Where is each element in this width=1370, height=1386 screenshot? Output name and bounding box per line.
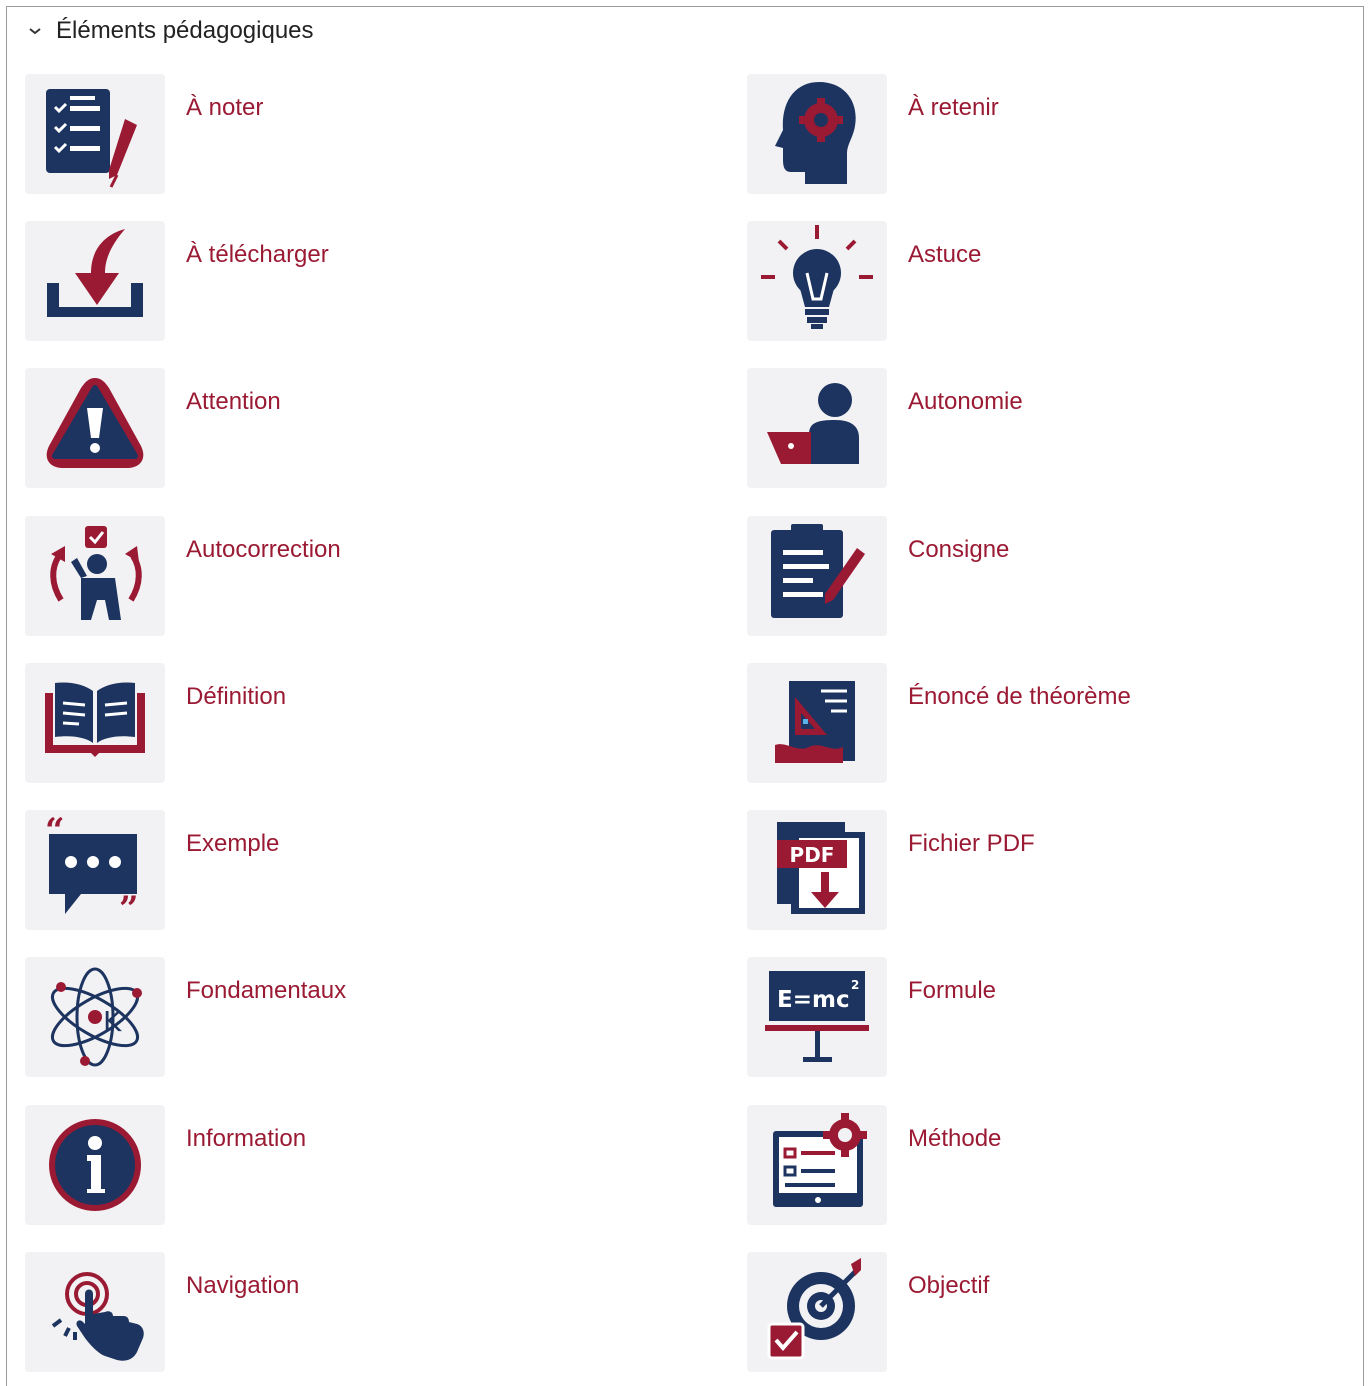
element-label: Formule xyxy=(908,977,997,1004)
element-label: Fondamentaux xyxy=(186,977,347,1004)
element-exemple[interactable]: “ ” Exemple xyxy=(25,810,625,930)
element-information[interactable]: Information xyxy=(25,1105,625,1225)
element-icon-tile xyxy=(25,74,165,194)
element-enonce-de-theoreme[interactable]: Énoncé de théorème xyxy=(747,663,1347,783)
element-formule[interactable]: E=mc 2 Formule xyxy=(747,957,1347,1077)
element-icon-tile xyxy=(747,221,887,341)
element-consigne[interactable]: Consigne xyxy=(747,516,1347,636)
element-autocorrection[interactable]: Autocorrection xyxy=(25,516,625,636)
element-label: Information xyxy=(186,1125,307,1152)
warning-triangle-icon xyxy=(46,378,144,468)
pdf-download-icon: PDF xyxy=(777,822,865,914)
element-icon-tile xyxy=(747,368,887,488)
svg-text:K: K xyxy=(103,1005,122,1038)
element-label: Méthode xyxy=(908,1125,1002,1152)
head-gear-icon xyxy=(775,82,856,184)
element-icon-tile xyxy=(747,1252,887,1372)
element-icon-tile xyxy=(747,74,887,194)
element-navigation[interactable]: Navigation xyxy=(25,1252,625,1372)
method-screen-gear-icon xyxy=(773,1113,867,1207)
element-fichier-pdf[interactable]: PDF Fichier PDF xyxy=(747,810,1347,930)
element-a-noter[interactable]: À noter xyxy=(25,74,625,194)
element-label: Autonomie xyxy=(908,388,1023,415)
info-circle-icon xyxy=(49,1119,141,1211)
chevron-down-icon xyxy=(29,28,41,35)
element-label: Définition xyxy=(186,683,287,710)
download-tray-icon xyxy=(47,229,143,317)
formula-board-icon: E=mc 2 xyxy=(765,971,869,1062)
element-icon-tile xyxy=(25,221,165,341)
element-icon-tile xyxy=(25,663,165,783)
element-icon-tile xyxy=(25,1252,165,1372)
atom-k-icon: K xyxy=(50,967,142,1067)
element-icon-tile xyxy=(25,516,165,636)
element-label: Autocorrection xyxy=(186,536,341,563)
element-label: À retenir xyxy=(908,94,999,121)
svg-text:2: 2 xyxy=(851,978,859,992)
person-laptop-icon xyxy=(767,383,859,464)
element-label: Fichier PDF xyxy=(908,830,1035,857)
open-book-icon xyxy=(45,682,145,757)
element-definition[interactable]: Définition xyxy=(25,663,625,783)
element-icon-tile: “ ” xyxy=(25,810,165,930)
hand-pointer-icon xyxy=(51,1272,144,1361)
element-icon-tile xyxy=(25,1105,165,1225)
element-a-retenir[interactable]: À retenir xyxy=(747,74,1347,194)
element-objectif[interactable]: Objectif xyxy=(747,1252,1347,1372)
element-attention[interactable]: Attention xyxy=(25,368,625,488)
element-methode[interactable]: Méthode xyxy=(747,1105,1347,1225)
element-icon-tile xyxy=(747,516,887,636)
element-label: À noter xyxy=(186,94,264,121)
element-icon-tile: K xyxy=(25,957,165,1077)
element-icon-tile xyxy=(25,368,165,488)
svg-text:”: ” xyxy=(119,889,139,929)
self-check-person-icon xyxy=(50,526,142,620)
element-label: Attention xyxy=(186,388,281,415)
svg-text:E=mc: E=mc xyxy=(777,987,850,1013)
geometry-document-icon xyxy=(775,681,855,763)
element-label: Navigation xyxy=(186,1272,300,1299)
element-fondamentaux[interactable]: K Fondamentaux xyxy=(25,957,625,1077)
element-label: Consigne xyxy=(908,536,1010,563)
speech-bubble-quotes-icon: “ ” xyxy=(45,811,139,929)
checklist-pen-icon xyxy=(46,89,137,188)
element-autonomie[interactable]: Autonomie xyxy=(747,368,1347,488)
section-header[interactable]: Éléments pédagogiques xyxy=(28,14,314,48)
element-label: Exemple xyxy=(186,830,280,857)
element-icon-tile: E=mc 2 xyxy=(747,957,887,1077)
svg-text:PDF: PDF xyxy=(790,843,835,867)
element-astuce[interactable]: Astuce xyxy=(747,221,1347,341)
section-title: Éléments pédagogiques xyxy=(56,17,314,44)
svg-text:“: “ xyxy=(45,811,65,851)
target-arrow-check-icon xyxy=(767,1258,861,1360)
element-icon-tile xyxy=(747,663,887,783)
element-label: À télécharger xyxy=(186,241,329,268)
element-label: Énoncé de théorème xyxy=(908,683,1131,710)
element-label: Astuce xyxy=(908,241,982,268)
lightbulb-icon xyxy=(761,225,873,329)
element-icon-tile xyxy=(747,1105,887,1225)
element-a-telecharger[interactable]: À télécharger xyxy=(25,221,625,341)
element-icon-tile: PDF xyxy=(747,810,887,930)
clipboard-pen-icon xyxy=(771,524,865,618)
element-label: Objectif xyxy=(908,1272,990,1299)
